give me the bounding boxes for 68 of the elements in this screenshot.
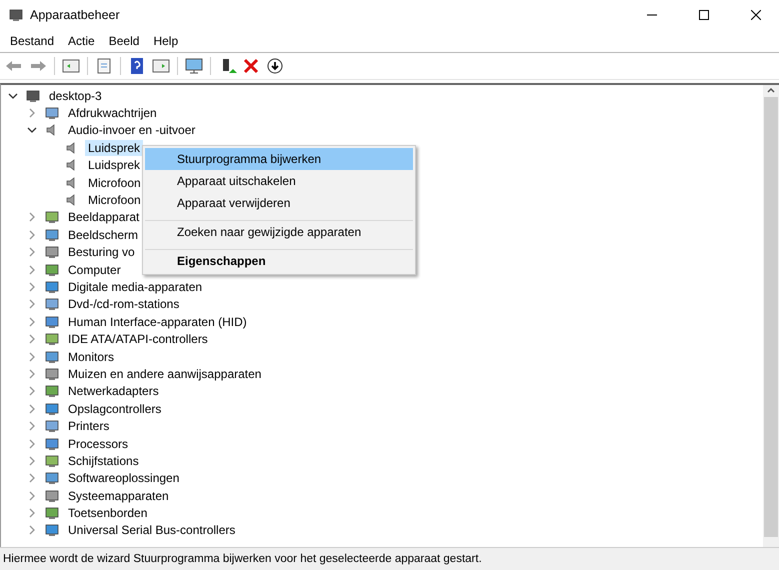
device-icon [44, 418, 60, 434]
tree-item[interactable]: Processors [65, 436, 132, 452]
tree-item[interactable]: Toetsenborden [65, 505, 150, 522]
tree-item[interactable]: Audio-invoer en -uitvoer [65, 122, 198, 138]
device-icon [44, 331, 60, 348]
device-icon [44, 226, 60, 243]
menu-item[interactable]: Actie [61, 34, 102, 48]
tree-item[interactable]: Afdrukwachtrijen [65, 105, 160, 122]
device-icon [44, 505, 60, 522]
device-icon [44, 366, 60, 382]
device-icon [44, 314, 60, 330]
device-icon [44, 488, 60, 504]
tree-item[interactable]: Monitors [65, 348, 118, 365]
download-icon[interactable] [265, 57, 285, 75]
close-icon [751, 10, 761, 20]
status-text: Hiermee wordt de wizard Stuurprogramma bijwerken voor het geselecteerde apparaat gestart. [3, 553, 482, 565]
tree-item[interactable]: Microfoon [85, 174, 144, 191]
tree-item[interactable]: Luidsprek [85, 140, 144, 156]
tree-item[interactable]: Universal Serial Bus-controllers [65, 522, 238, 538]
scroll-up-icon[interactable] [766, 85, 776, 95]
tree-item[interactable]: Luidsprek [85, 157, 144, 174]
device-icon [44, 522, 60, 538]
menu-item[interactable]: Eigenschappen [145, 249, 413, 272]
tree-item[interactable]: Schijfstations [65, 452, 142, 469]
window-title: Apparaatbeheer [30, 8, 121, 22]
panel-icon[interactable] [151, 57, 171, 75]
menu-item[interactable]: Beeld [102, 34, 146, 48]
tree-item[interactable]: Netwerkadapters [65, 383, 162, 400]
tree-item[interactable]: Opslagcontrollers [65, 400, 164, 417]
computer-icon [25, 88, 41, 104]
device-icon [44, 244, 60, 260]
tree-item[interactable]: Besturing vo [65, 244, 138, 260]
tree-item[interactable]: Digitale media-apparaten [65, 278, 206, 295]
tree-item[interactable]: Microfoon [85, 192, 144, 208]
tree-item[interactable]: Muizen en andere aanwijsapparaten [65, 366, 264, 382]
device-icon [44, 452, 60, 469]
device-icon [44, 209, 60, 226]
device-icon [44, 383, 60, 400]
menu-item[interactable]: Bestand [3, 34, 62, 48]
maximize-icon [699, 10, 709, 20]
app-icon [8, 7, 24, 23]
tree-item[interactable]: Printers [65, 418, 112, 434]
device-icon [44, 262, 60, 278]
device-icon [44, 436, 60, 452]
device-icon [44, 470, 60, 486]
device-icon [44, 105, 60, 122]
tree-item[interactable]: IDE ATA/ATAPI-controllers [65, 331, 211, 348]
tree-item[interactable]: Beeldscherm [65, 226, 142, 243]
tree-item[interactable]: Systeemapparaten [65, 488, 172, 504]
menu-item[interactable]: Apparaat verwijderen [145, 192, 413, 214]
menu-item[interactable]: Zoeken naar gewijzigde apparaten [145, 220, 413, 243]
menu-item[interactable]: Help [146, 34, 186, 48]
tree-item[interactable]: Computer [65, 262, 124, 278]
scrollbar[interactable] [763, 85, 779, 547]
menu-item[interactable]: Stuurprogramma bijwerken [145, 148, 413, 170]
device-icon [44, 400, 60, 417]
panel-icon[interactable] [61, 57, 81, 75]
device-icon [44, 296, 60, 312]
tree-item[interactable]: desktop-3 [46, 88, 105, 104]
menu-item[interactable]: Apparaat uitschakelen [145, 170, 413, 192]
tree-item[interactable]: Dvd-/cd-rom-stations [65, 296, 182, 312]
delete-icon[interactable] [241, 57, 261, 75]
monitor-icon[interactable] [184, 57, 204, 75]
tree-item[interactable]: Beeldapparat [65, 209, 142, 226]
tree-item[interactable]: Human Interface-apparaten (HID) [65, 314, 250, 330]
device-icon [44, 348, 60, 365]
tree-item[interactable]: Softwareoplossingen [65, 470, 182, 486]
device-icon [44, 278, 60, 295]
